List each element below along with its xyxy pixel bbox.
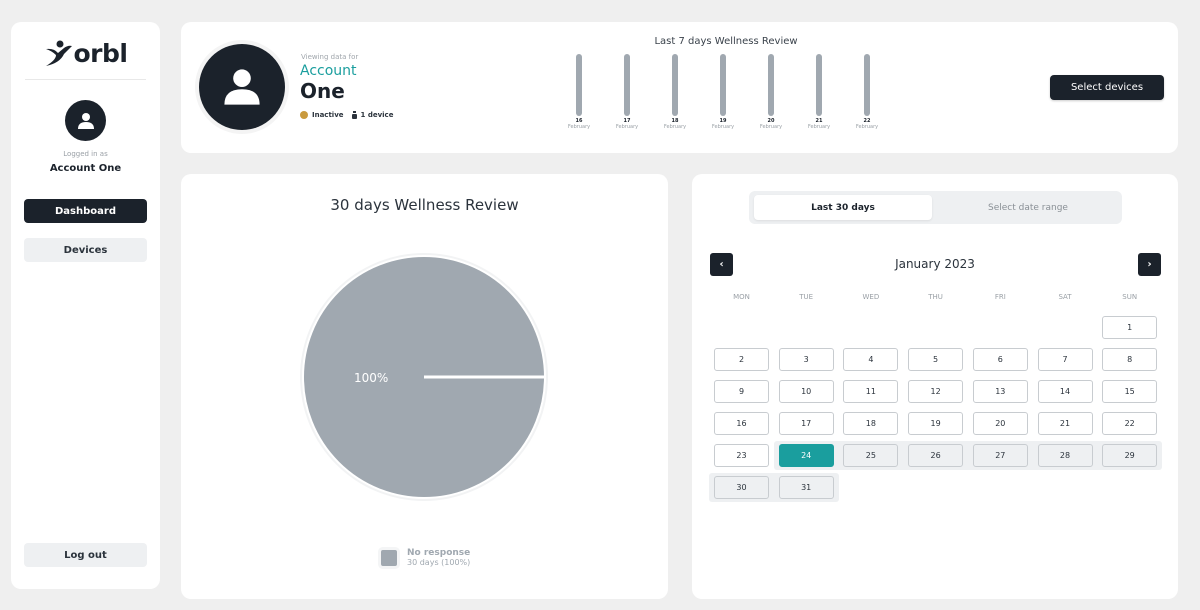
calendar-day[interactable]: 21 xyxy=(1037,412,1093,435)
select-devices-button[interactable]: Select devices xyxy=(1050,75,1164,100)
account-avatar xyxy=(199,44,285,130)
logo-figure-icon xyxy=(45,40,72,66)
week-month-label: February xyxy=(807,124,831,130)
logo: orbl xyxy=(11,36,160,70)
calendar-day[interactable]: 5 xyxy=(908,348,964,371)
calendar-day[interactable]: 16 xyxy=(714,412,769,435)
account-name-second: One xyxy=(300,79,345,103)
month-title: January 2023 xyxy=(895,257,975,271)
calendar-day[interactable]: 25 xyxy=(843,444,899,467)
calendar-day[interactable]: 14 xyxy=(1037,380,1093,403)
calendar-day[interactable]: 12 xyxy=(908,380,964,403)
week-month-label: February xyxy=(711,124,735,130)
calendar-day[interactable]: 31 xyxy=(778,476,834,499)
user-icon xyxy=(224,69,260,105)
logged-in-label: Logged in as xyxy=(63,150,108,158)
nav-dashboard-button[interactable]: Dashboard xyxy=(24,199,147,223)
calendar-day[interactable]: 9 xyxy=(714,380,769,403)
chevron-right-icon: › xyxy=(1147,259,1152,270)
logo-text: orbl xyxy=(73,38,128,68)
viewing-data-label: Viewing data for xyxy=(301,53,359,61)
calendar-day[interactable]: 29 xyxy=(1102,444,1158,467)
week-bar xyxy=(864,54,870,116)
weekday-label: MON xyxy=(733,293,750,301)
calendar-day[interactable]: 11 xyxy=(843,380,899,403)
weekday-label: WED xyxy=(862,293,880,301)
logged-in-account-name: Account One xyxy=(49,163,122,174)
status-text: Inactive xyxy=(312,111,344,119)
logout-button[interactable]: Log out xyxy=(24,543,147,567)
week-review-title: Last 7 days Wellness Review xyxy=(654,36,798,47)
calendar-day[interactable]: 22 xyxy=(1102,412,1158,435)
tab-select-date-range[interactable]: Select date range xyxy=(939,195,1117,220)
calendar-day[interactable]: 23 xyxy=(714,444,769,467)
calendar-day[interactable]: 10 xyxy=(778,380,834,403)
calendar-day[interactable]: 30 xyxy=(714,476,769,499)
week-month-label: February xyxy=(663,124,687,130)
week-month-label: February xyxy=(759,124,783,130)
wellness-pie-card: 30 days Wellness Review 100% No response… xyxy=(181,174,668,599)
calendar-day[interactable]: 27 xyxy=(972,444,1028,467)
avatar xyxy=(65,100,106,141)
account-name-first: Account xyxy=(300,63,357,79)
week-month-label: February xyxy=(567,124,591,130)
pie-legend: No response 30 days (100%) xyxy=(381,548,470,567)
week-month-label: February xyxy=(615,124,639,130)
nav-devices-button[interactable]: Devices xyxy=(24,238,147,262)
calendar-day[interactable]: 3 xyxy=(778,348,834,371)
pie-chart: 100% xyxy=(300,253,548,501)
legend-detail: 30 days (100%) xyxy=(407,558,471,567)
weekday-label: SAT xyxy=(1058,293,1072,301)
device-count: 1 device xyxy=(360,111,394,119)
week-month-label: February xyxy=(855,124,879,130)
account-header-card: Viewing data for Account One Inactive 1 … xyxy=(181,22,1178,153)
calendar-day[interactable]: 15 xyxy=(1102,380,1158,403)
pie-slice-label: 100% xyxy=(354,371,388,385)
week-bar xyxy=(720,54,726,116)
calendar-day[interactable]: 1 xyxy=(1102,316,1158,339)
week-review-chart: 16 February 17 February 18 February 19 February… xyxy=(564,52,884,137)
week-bar xyxy=(576,54,582,116)
status-dot-icon xyxy=(300,111,308,119)
week-bar xyxy=(768,54,774,116)
calendar-day[interactable]: 2 xyxy=(714,348,769,371)
status-row: Inactive 1 device xyxy=(300,111,393,119)
calendar-day[interactable]: 18 xyxy=(843,412,899,435)
calendar-day[interactable]: 7 xyxy=(1037,348,1093,371)
week-bar xyxy=(816,54,822,116)
date-mode-toggle: Last 30 days Select date range xyxy=(749,191,1122,224)
weekday-label: SUN xyxy=(1122,293,1138,301)
week-bar xyxy=(624,54,630,116)
sidebar: orbl Logged in as Account One Dashboard … xyxy=(11,22,160,589)
calendar-day[interactable]: 13 xyxy=(972,380,1028,403)
legend-swatch xyxy=(381,549,397,566)
legend-name: No response xyxy=(407,548,471,558)
calendar-day[interactable]: 26 xyxy=(908,444,964,467)
calendar-day[interactable]: 17 xyxy=(778,412,834,435)
tab-last-30-days[interactable]: Last 30 days xyxy=(754,195,932,220)
device-icon xyxy=(351,111,357,119)
next-month-button[interactable]: › xyxy=(1138,253,1161,276)
calendar-card: Last 30 days Select date range ‹ January… xyxy=(692,174,1178,599)
calendar-day-selected[interactable]: 24 xyxy=(778,444,834,467)
weekday-label: THU xyxy=(928,293,943,301)
calendar-day[interactable]: 28 xyxy=(1037,444,1093,467)
calendar-day[interactable]: 20 xyxy=(972,412,1028,435)
calendar-day[interactable]: 6 xyxy=(972,348,1028,371)
calendar-day[interactable]: 4 xyxy=(843,348,899,371)
week-bar xyxy=(672,54,678,116)
weekday-label: TUE xyxy=(799,293,814,301)
weekday-label: FRI xyxy=(994,293,1006,301)
divider xyxy=(25,79,146,80)
calendar-day[interactable]: 8 xyxy=(1102,348,1158,371)
calendar-day[interactable]: 19 xyxy=(908,412,964,435)
pie-title: 30 days Wellness Review xyxy=(330,196,519,214)
user-icon xyxy=(77,112,94,129)
